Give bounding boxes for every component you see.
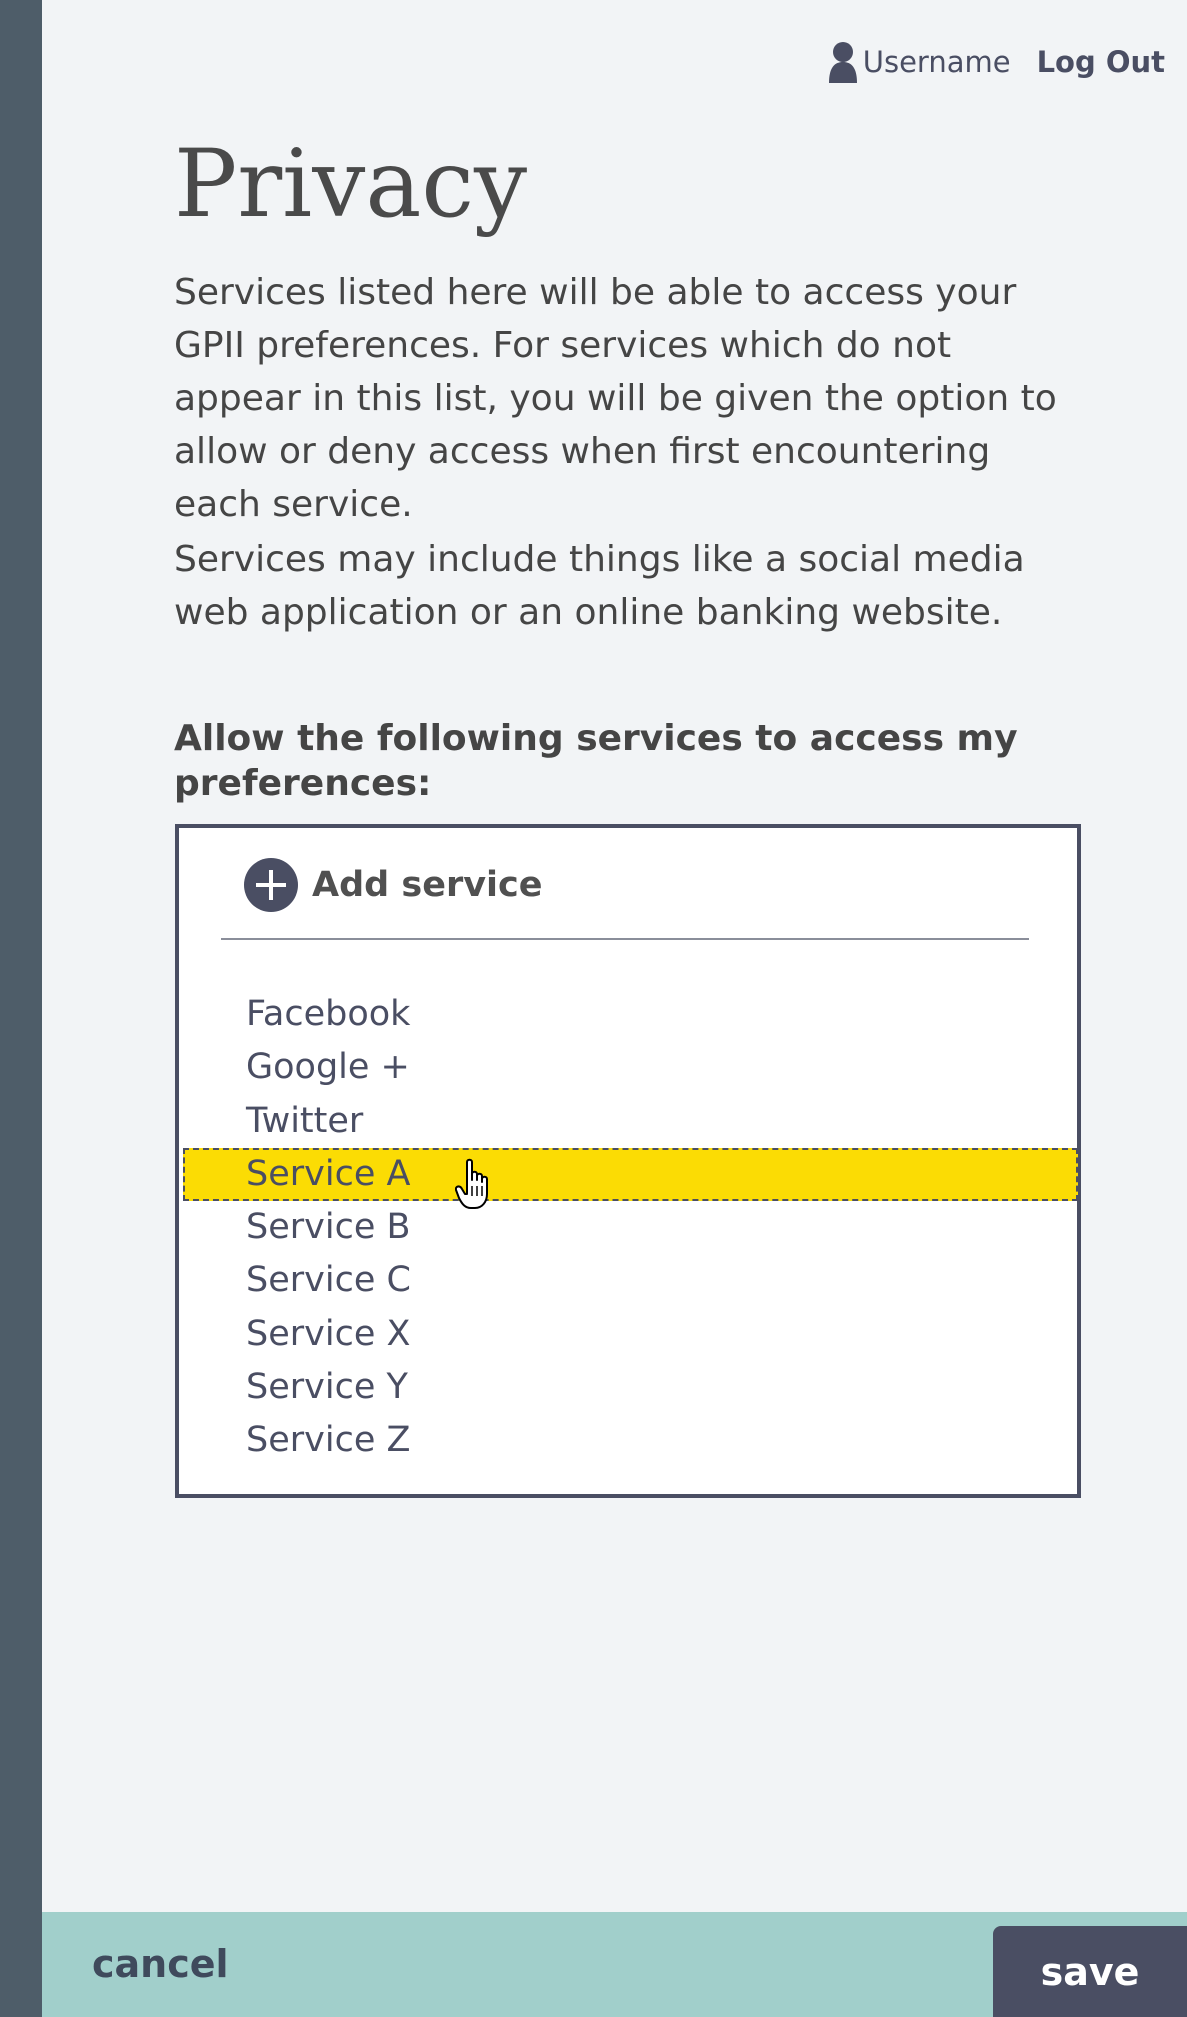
service-item-service-x[interactable]: Service X bbox=[179, 1308, 1077, 1361]
add-service-label: Add service bbox=[312, 865, 543, 905]
services-list-panel: Add service Facebook Google + Twitter Se… bbox=[175, 824, 1081, 1498]
service-item-service-z[interactable]: Service Z bbox=[179, 1414, 1077, 1467]
service-item-label: Service A bbox=[246, 1153, 411, 1194]
user-bar: Username Log Out bbox=[827, 32, 1165, 92]
user-icon bbox=[827, 41, 859, 83]
intro-text-secondary: Services may include things like a socia… bbox=[174, 539, 1025, 633]
services-list: Facebook Google + Twitter Service A Serv… bbox=[179, 988, 1078, 1468]
intro-text: Services listed here will be able to acc… bbox=[174, 272, 1057, 525]
service-item-service-b[interactable]: Service B bbox=[179, 1201, 1077, 1254]
page-title: Privacy bbox=[174, 130, 528, 239]
add-service-button[interactable]: Add service bbox=[244, 858, 543, 912]
logout-link[interactable]: Log Out bbox=[1037, 45, 1165, 79]
service-item-facebook[interactable]: Facebook bbox=[179, 988, 1077, 1041]
service-item-google-plus[interactable]: Google + bbox=[179, 1041, 1077, 1094]
service-item-twitter[interactable]: Twitter bbox=[179, 1095, 1077, 1148]
divider bbox=[221, 938, 1029, 940]
plus-circle-icon bbox=[244, 858, 298, 912]
cancel-button[interactable]: cancel bbox=[92, 1942, 229, 1986]
username-label: Username bbox=[862, 45, 1011, 79]
save-button[interactable]: save bbox=[993, 1926, 1187, 2017]
service-item-service-y[interactable]: Service Y bbox=[179, 1361, 1077, 1414]
left-sidebar bbox=[0, 0, 42, 2017]
service-item-service-c[interactable]: Service C bbox=[179, 1254, 1077, 1307]
services-heading: Allow the following services to access m… bbox=[174, 718, 1018, 804]
service-item-service-a[interactable]: Service A bbox=[183, 1147, 1078, 1209]
footer-bar: cancel save bbox=[42, 1912, 1187, 2017]
